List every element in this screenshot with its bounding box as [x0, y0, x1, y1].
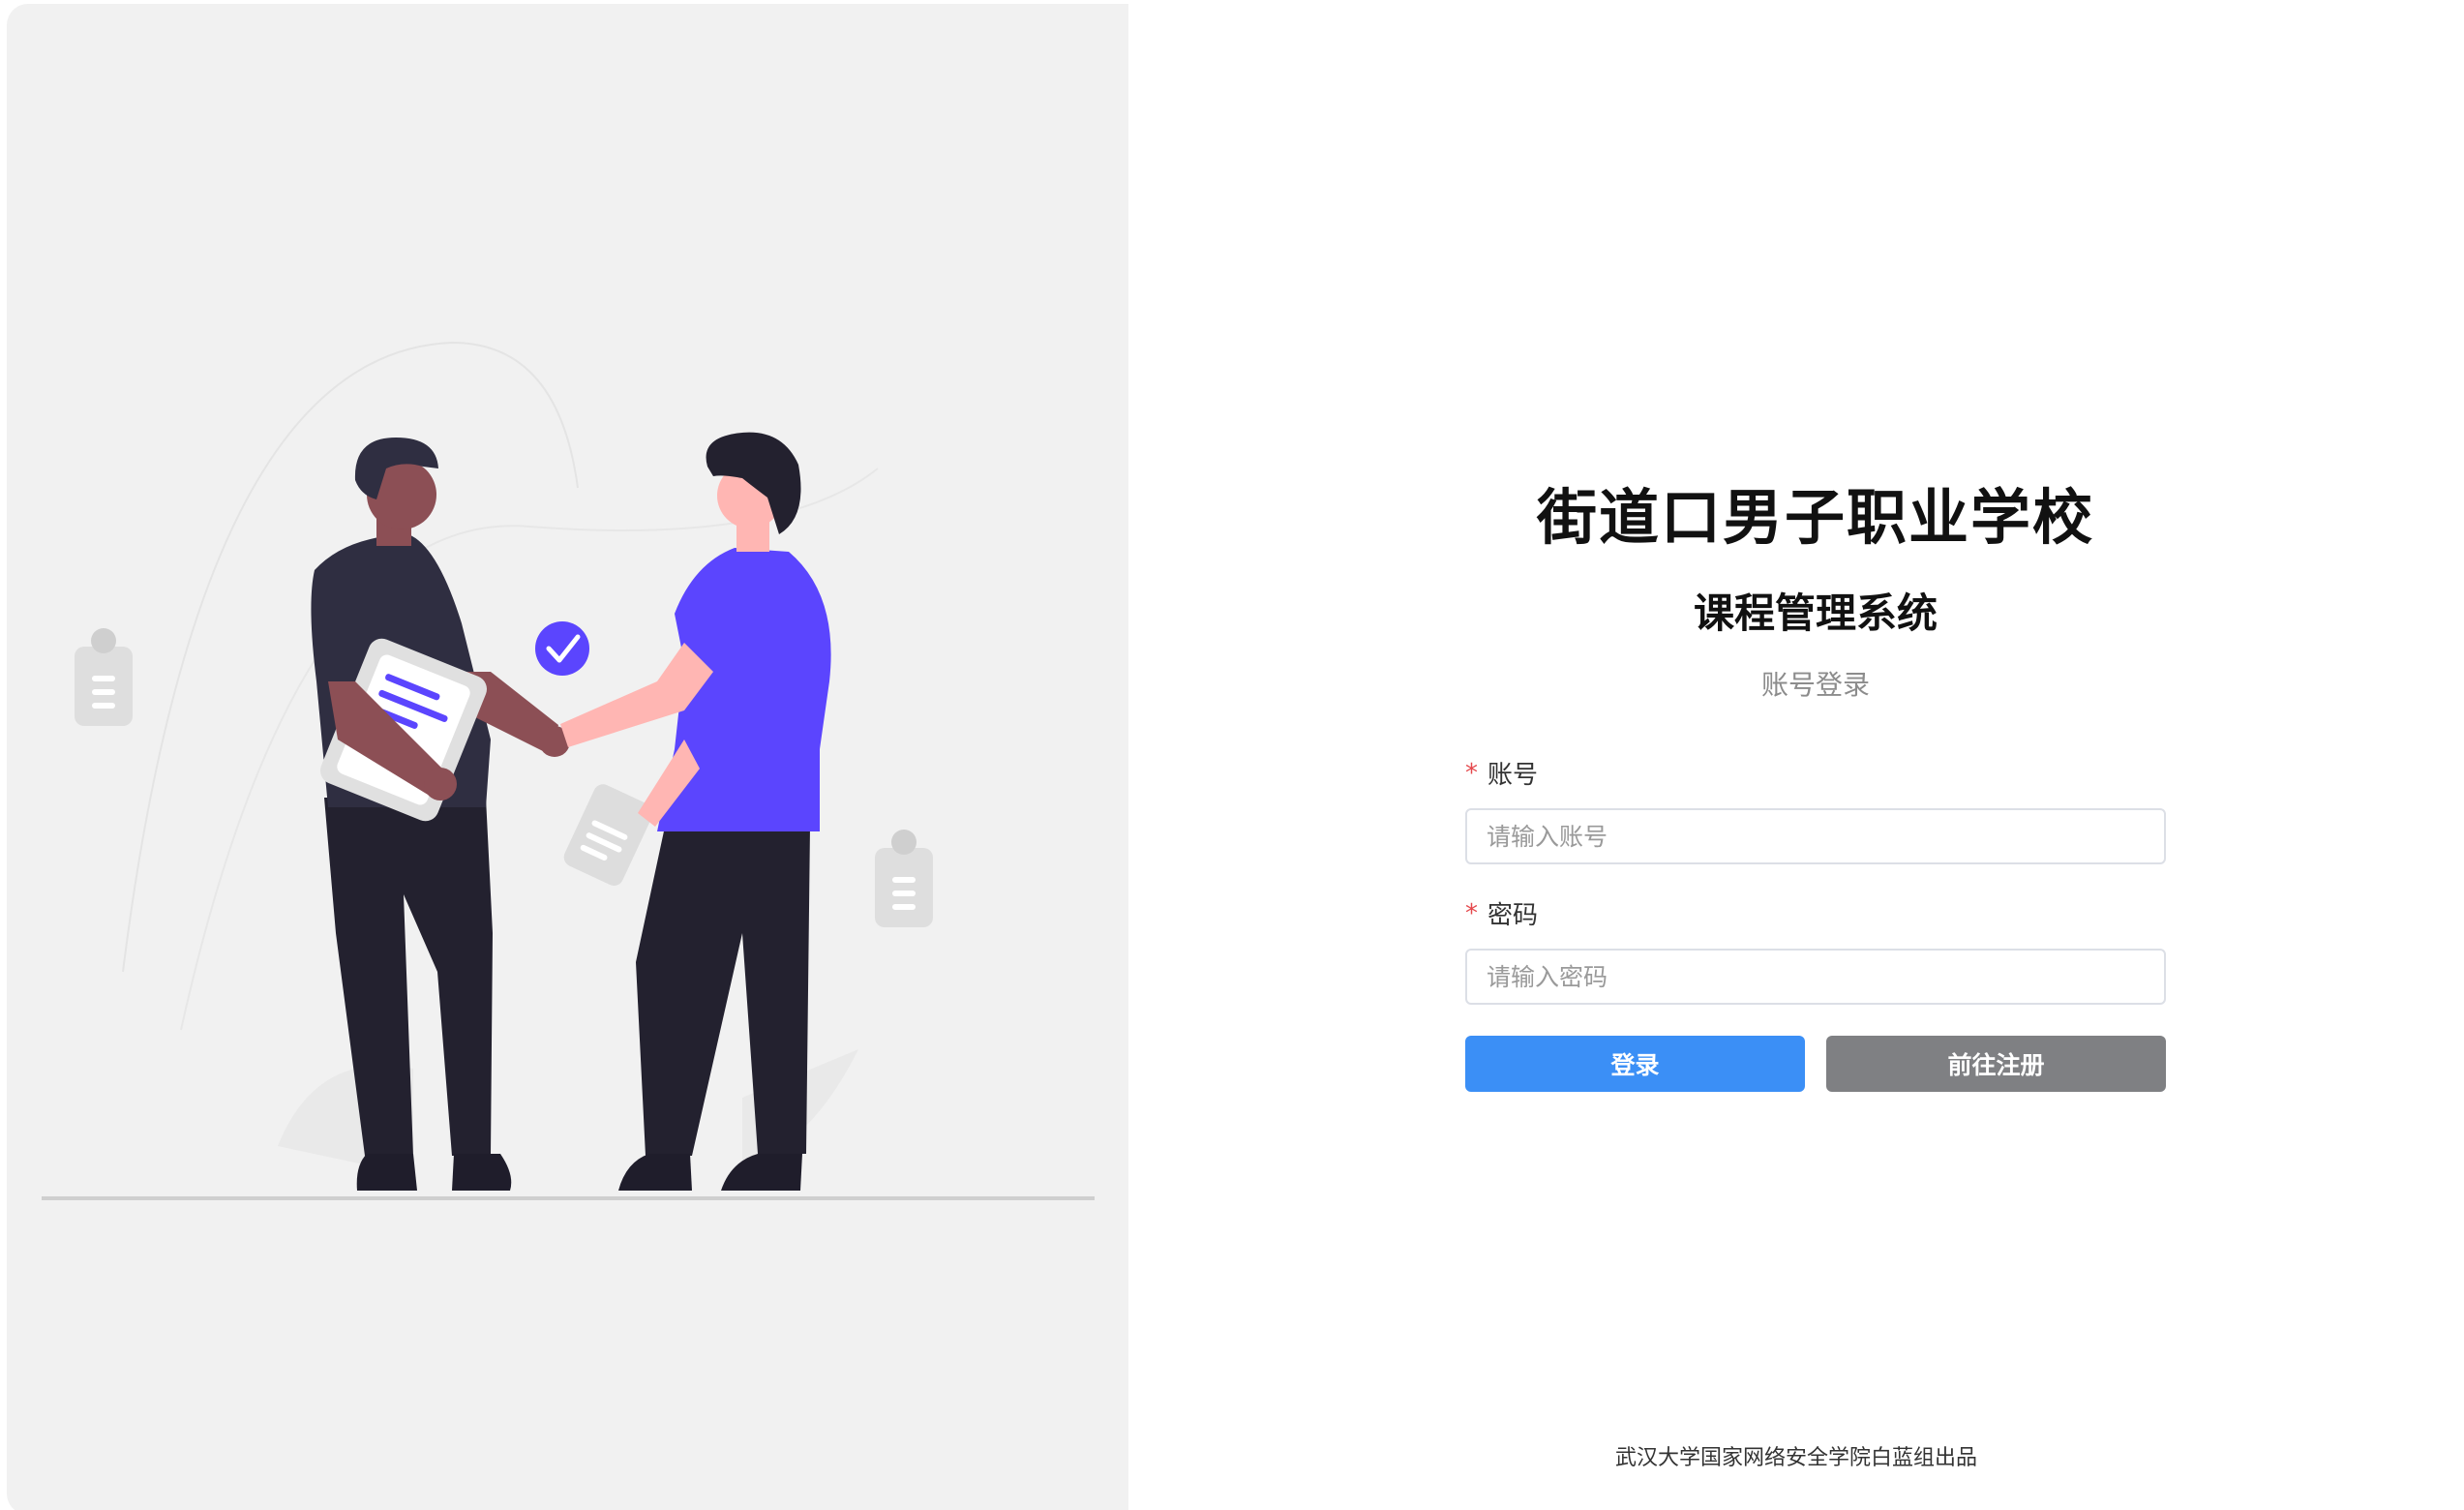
check-badge-icon: [535, 621, 589, 676]
account-label-text: 账号: [1487, 761, 1539, 790]
required-mark: *: [1465, 758, 1478, 788]
clipboard-icon: [75, 628, 133, 726]
account-input[interactable]: [1465, 808, 2166, 864]
required-mark: *: [1465, 898, 1478, 928]
document-icon: [563, 784, 653, 886]
login-page: 街道口男子职业学校 课程管理系统 账号登录 * 账号 * 密码 登录 前往注册 …: [0, 0, 2464, 1510]
login-panel: 街道口男子职业学校 课程管理系统 账号登录 * 账号 * 密码 登录 前往注册 …: [1128, 0, 2464, 1510]
system-title: 课程管理系统: [1693, 589, 1938, 637]
clipboard-icon: [875, 830, 933, 927]
go-register-button[interactable]: 前往注册: [1826, 1036, 2166, 1092]
handshake-illustration: [42, 341, 1095, 1200]
footer-credit: 武汉大学国家网络安全学院白蓝组出品: [1614, 1446, 1977, 1470]
school-title: 街道口男子职业学校: [1536, 482, 2094, 553]
password-label: * 密码: [1465, 895, 1538, 931]
password-label-text: 密码: [1487, 901, 1539, 930]
illustration-panel: [7, 4, 1128, 1510]
password-input[interactable]: [1465, 949, 2166, 1005]
account-label: * 账号: [1465, 755, 1538, 791]
login-subtitle: 账号登录: [1760, 669, 1870, 701]
login-button[interactable]: 登录: [1465, 1036, 1805, 1092]
